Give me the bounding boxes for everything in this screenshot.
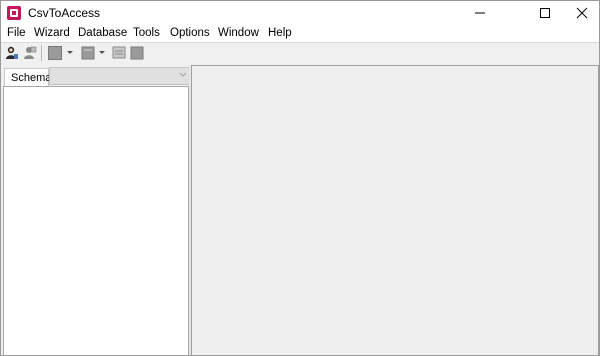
mdi-workspace[interactable] xyxy=(191,65,599,355)
menu-wizard[interactable]: Wizard xyxy=(34,27,70,39)
chevron-down-icon xyxy=(179,72,187,77)
app-logo-icon xyxy=(7,6,21,20)
close-icon xyxy=(576,7,588,19)
schema-tree-view[interactable] xyxy=(3,86,189,355)
menu-file[interactable]: File xyxy=(7,27,26,39)
menu-help[interactable]: Help xyxy=(268,27,292,39)
toolbar xyxy=(1,43,599,64)
minimize-icon xyxy=(475,12,485,14)
maximize-icon xyxy=(540,8,550,18)
menu-bar: File Wizard Database Tools Options Windo… xyxy=(1,25,599,43)
window-title: CsvToAccess xyxy=(28,6,101,20)
stop-icon[interactable] xyxy=(130,45,144,61)
user-connect-icon[interactable] xyxy=(5,45,19,61)
menu-tools[interactable]: Tools xyxy=(133,27,160,39)
close-button[interactable] xyxy=(565,1,599,25)
toolbar-separator xyxy=(41,45,42,61)
schema-panel: Schema xyxy=(2,65,192,355)
export-icon[interactable] xyxy=(112,45,126,61)
minimize-button[interactable] xyxy=(463,1,497,25)
table-icon[interactable] xyxy=(48,45,62,61)
user-settings-icon[interactable] xyxy=(23,45,37,61)
tab-schema[interactable]: Schema xyxy=(4,68,52,86)
table-dropdown-arrow-icon[interactable] xyxy=(67,51,73,54)
menu-database[interactable]: Database xyxy=(78,27,127,39)
menu-window[interactable]: Window xyxy=(218,27,259,39)
app-window: CsvToAccess File Wizard Database Tools O… xyxy=(0,0,600,356)
maximize-button[interactable] xyxy=(528,1,562,25)
schema-select[interactable] xyxy=(49,67,192,85)
import-icon[interactable] xyxy=(81,45,95,61)
menu-options[interactable]: Options xyxy=(170,27,210,39)
import-dropdown-arrow-icon[interactable] xyxy=(99,51,105,54)
title-bar[interactable]: CsvToAccess xyxy=(1,1,599,25)
schema-tab-label: Schema xyxy=(11,72,52,84)
